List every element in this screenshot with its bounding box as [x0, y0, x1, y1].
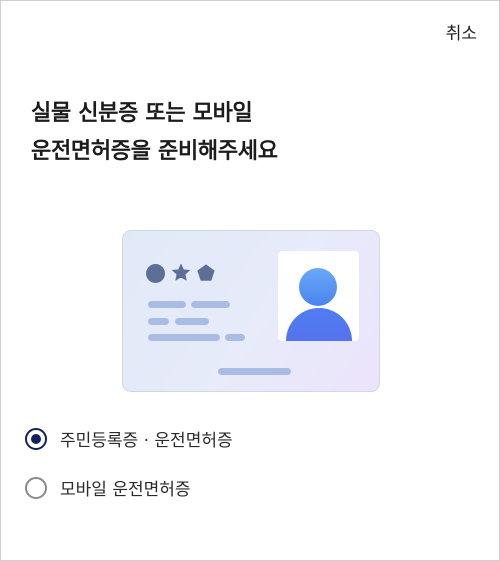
- pentagon-icon: [197, 264, 215, 281]
- card-text-line: [148, 334, 220, 341]
- card-text-line: [191, 301, 230, 308]
- card-text-line: [148, 301, 186, 308]
- cancel-button[interactable]: 취소: [446, 19, 477, 44]
- page-title-line-2: 운전면허증을 준비해주세요: [31, 139, 278, 164]
- radio-selected-icon[interactable]: [25, 427, 47, 450]
- option-resident-card-or-license[interactable]: 주민등록증 · 운전면허증: [25, 426, 233, 451]
- id-photo: [278, 251, 359, 341]
- person-body: [286, 308, 352, 341]
- option-mobile-license[interactable]: 모바일 운전면허증: [25, 475, 191, 500]
- person-head: [299, 268, 337, 306]
- id-preparation-screen: 취소 실물 신분증 또는 모바일 운전면허증을 준비해주세요 주민등록증 · 운…: [0, 0, 500, 561]
- card-text-line: [175, 318, 209, 325]
- circle-icon: [146, 263, 165, 283]
- page-title-line-1: 실물 신분증 또는 모바일: [31, 101, 253, 126]
- radio-unselected-icon[interactable]: [25, 476, 47, 499]
- card-text-line: [218, 368, 291, 375]
- card-text-line: [148, 318, 169, 325]
- card-symbols: [146, 263, 221, 283]
- card-text-line: [225, 334, 245, 341]
- option-label: 모바일 운전면허증: [60, 480, 191, 500]
- option-label: 주민등록증 · 운전면허증: [60, 431, 233, 451]
- page-title: 실물 신분증 또는 모바일 운전면허증을 준비해주세요: [31, 95, 278, 171]
- star-icon: [172, 264, 190, 281]
